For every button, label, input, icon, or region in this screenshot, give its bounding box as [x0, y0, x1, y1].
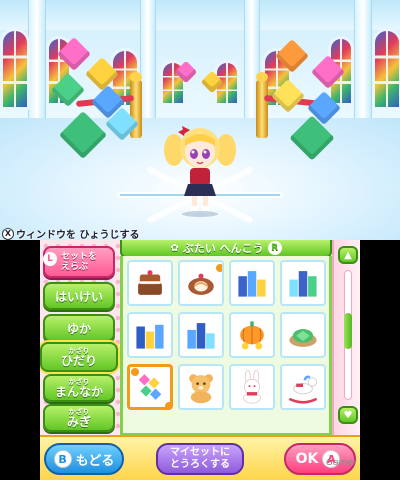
gold-post	[256, 72, 268, 138]
top-screen-stage: X ウィンドウを ひょうじする	[0, 0, 400, 240]
category-label-stack: かざり みぎ	[67, 408, 91, 428]
screen-root: X ウィンドウを ひょうじする セットを えらぶ L はいけい ゆか かざり ひ…	[0, 0, 400, 480]
category-label-stack: かざり まんなか	[55, 378, 103, 398]
show-window-hint: X ウィンドウを ひょうじする	[2, 226, 139, 240]
grid-item[interactable]	[178, 260, 224, 306]
bunny-icon	[243, 370, 261, 404]
back-label: もどる	[75, 453, 115, 469]
grid-item[interactable]	[280, 364, 326, 410]
category-label: はいけい	[54, 289, 103, 304]
stained-glass-window	[372, 28, 400, 110]
grid-item[interactable]	[229, 364, 275, 410]
scroll-up-button[interactable]: ▲	[338, 246, 358, 264]
item-grid	[120, 256, 332, 436]
grid-item[interactable]	[229, 260, 275, 306]
category-menu: セットを えらぶ L はいけい ゆか かざり ひだり かざり まんなか かざり …	[40, 240, 120, 435]
category-decor-right-button[interactable]: かざり みぎ	[43, 404, 115, 432]
category-background-button[interactable]: はいけい	[43, 282, 115, 310]
l-button-icon: L	[43, 252, 57, 266]
scroll-rail: ▲ ♥	[332, 240, 360, 435]
turtle-shell-icon	[289, 329, 317, 347]
stained-glass-window	[0, 28, 30, 110]
grid-item[interactable]	[127, 260, 173, 306]
hint-text: ウィンドウを ひょうじする	[16, 230, 140, 240]
back-button[interactable]: B もどる	[44, 443, 124, 475]
r-button-icon: R	[267, 241, 282, 255]
gem-cluster-icon	[138, 374, 162, 400]
cake-icon	[138, 270, 162, 295]
blue-cube-stack-icon	[289, 271, 317, 297]
selection-corner-icon	[165, 402, 170, 407]
chibi-idol-character	[164, 126, 236, 217]
blue-cube-stack-icon	[136, 324, 164, 349]
roll-cake-icon	[188, 273, 214, 295]
category-label: まんなか	[54, 385, 103, 399]
ceiling	[0, 0, 400, 30]
b-button-icon: B	[53, 450, 72, 468]
scroll-down-button[interactable]: ♥	[338, 406, 358, 424]
footer-bar: B もどる マイセットに とうろくする OK A	[40, 435, 360, 480]
ok-label: OK	[295, 451, 319, 467]
category-decor-center-button[interactable]: かざり まんなか	[43, 374, 115, 402]
header-title: ぶたい へんこう	[182, 242, 264, 255]
category-label: ひだり	[60, 354, 97, 368]
scrollbar-thumb[interactable]	[344, 313, 352, 349]
selection-corner-icon	[131, 368, 139, 376]
grid-item[interactable]	[127, 312, 173, 358]
up-arrow-icon: ▲	[344, 249, 352, 261]
blue-cube-stack-icon	[238, 271, 266, 297]
down-heart-icon: ♥	[343, 409, 353, 421]
category-label: ゆか	[66, 321, 91, 336]
blue-cube-stack-icon	[187, 323, 215, 349]
register-myset-button[interactable]: マイセットに とうろくする	[156, 443, 244, 475]
grid-item-selected[interactable]	[127, 364, 173, 410]
new-marker-icon	[216, 264, 222, 272]
grid-item[interactable]	[280, 312, 326, 358]
category-label: みぎ	[66, 415, 91, 429]
teddy-bear-icon	[189, 374, 213, 404]
rocking-horse-icon	[288, 375, 318, 404]
pumpkin-carriage-icon	[240, 321, 264, 350]
grid-item[interactable]	[229, 312, 275, 358]
grid-item[interactable]	[280, 260, 326, 306]
bottom-screen-menu: セットを えらぶ L はいけい ゆか かざり ひだり かざり まんなか かざり …	[40, 240, 360, 480]
watermark-logo: Gamer	[326, 458, 357, 468]
select-set-label: セットを えらぶ	[60, 252, 97, 272]
grid-item[interactable]	[178, 312, 224, 358]
x-button-icon: X	[2, 227, 14, 240]
category-decor-left-button[interactable]: かざり ひだり	[40, 342, 118, 372]
scrollbar-track[interactable]	[344, 270, 352, 400]
category-floor-button[interactable]: ゆか	[43, 314, 115, 342]
flower-icon: ✿	[170, 242, 179, 254]
grid-item[interactable]	[178, 364, 224, 410]
category-label-stack: かざり ひだり	[61, 347, 97, 367]
register-myset-label: マイセットに とうろくする	[170, 447, 230, 470]
